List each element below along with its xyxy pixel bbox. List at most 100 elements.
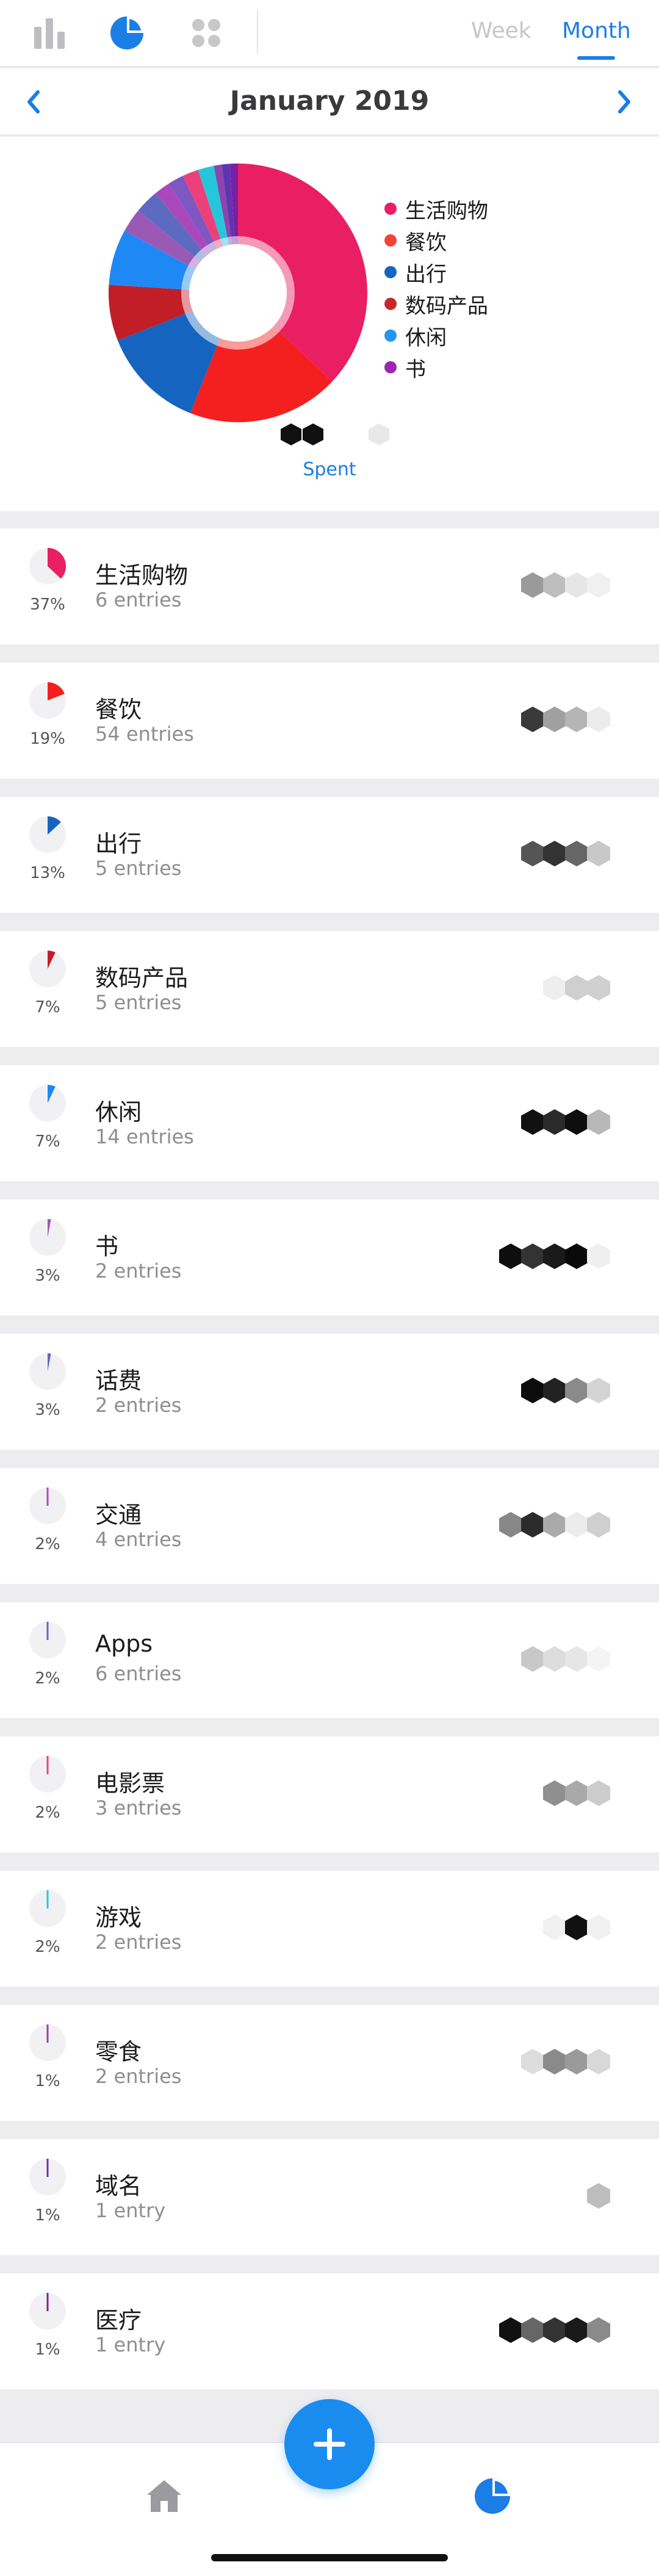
legend-item: 出行	[384, 256, 488, 288]
legend-dot	[384, 298, 397, 310]
amount-hex-glyph	[521, 1109, 544, 1135]
amount-hex-glyph	[543, 572, 566, 598]
category-row[interactable]: 1% 域名 1 entry	[0, 2139, 659, 2255]
category-row[interactable]: 2% 游戏 2 entries	[0, 1871, 659, 1987]
category-amount-glyphs	[0, 572, 659, 599]
amount-hex-glyph	[521, 1243, 544, 1269]
category-row[interactable]: 7% 数码产品 5 entries	[0, 931, 659, 1047]
amount-hex-glyph	[499, 1243, 522, 1269]
category-row[interactable]: 3% 话费 2 entries	[0, 1334, 659, 1450]
category-row[interactable]: 2% 交通 4 entries	[0, 1468, 659, 1584]
amount-hex-glyph	[565, 1915, 588, 1940]
spent-hex-glyphs	[281, 423, 391, 445]
category-row[interactable]: 3% 书 2 entries	[0, 1200, 659, 1315]
amount-hex-glyph	[587, 1780, 610, 1806]
category-amount-glyphs	[0, 1780, 659, 1807]
pie-chart-icon[interactable]	[107, 13, 146, 52]
legend-item: 数码产品	[384, 288, 488, 320]
amount-hex-glyph	[565, 975, 588, 1001]
category-row[interactable]: 1% 医疗 1 entry	[0, 2273, 659, 2389]
segment-month[interactable]: Month	[562, 18, 631, 43]
category-row[interactable]: 7% 休闲 14 entries	[0, 1065, 659, 1181]
category-list: 37% 生活购物 6 entries 19% 餐饮 54 entries 13% 出行 5 en…	[0, 528, 659, 2408]
category-row[interactable]: 13% 出行 5 entries	[0, 797, 659, 913]
spent-label: Spent	[303, 459, 356, 480]
category-amount-glyphs	[0, 1646, 659, 1673]
amount-hex-glyph	[543, 2049, 566, 2074]
category-row[interactable]: 19% 餐饮 54 entries	[0, 663, 659, 779]
legend-dot	[384, 234, 397, 246]
amount-hex-glyph	[565, 1780, 588, 1806]
legend-label: 生活购物	[405, 198, 488, 223]
amount-hex-glyph	[565, 707, 588, 732]
amount-hex-glyph	[521, 1378, 544, 1403]
amount-hex-glyph	[521, 707, 544, 732]
legend-item: 餐饮	[384, 225, 488, 256]
legend-label: 休闲	[405, 325, 447, 350]
amount-hex-glyph	[565, 841, 588, 866]
chevron-right-icon[interactable]	[609, 87, 639, 117]
category-amount-glyphs	[0, 2317, 659, 2344]
amount-hex-glyph	[587, 1512, 610, 1538]
amount-hex-glyph	[521, 572, 544, 598]
amount-hex-glyph	[587, 2317, 610, 2343]
amount-hex-glyph	[587, 2183, 610, 2209]
amount-hex-glyph	[587, 707, 610, 732]
category-amount-glyphs	[0, 2183, 659, 2210]
legend-dot	[384, 329, 397, 342]
amount-hex-glyph	[587, 975, 610, 1001]
legend-item: 休闲	[384, 320, 488, 351]
legend-label: 书	[405, 357, 426, 382]
amount-hex-glyph	[565, 1109, 588, 1135]
amount-hex-glyph	[521, 841, 544, 866]
toolbar-divider	[257, 10, 258, 54]
bar-chart-icon[interactable]	[31, 13, 70, 52]
chart-panel: 生活购物 餐饮出行数码产品休闲书 Spent	[0, 137, 659, 511]
category-amount-glyphs	[0, 1915, 659, 1941]
category-amount-glyphs	[0, 1378, 659, 1405]
amount-hex-glyph	[587, 841, 610, 866]
chart-legend: 生活购物 餐饮出行数码产品休闲书	[384, 193, 488, 383]
segment-week[interactable]: Week	[471, 18, 531, 43]
amount-hex-glyph	[543, 841, 566, 866]
amount-hex-glyph	[587, 1646, 610, 1672]
donut-chart[interactable]	[104, 159, 372, 427]
donut-hole	[198, 253, 278, 333]
legend-label: 数码产品	[405, 293, 488, 318]
amount-hex-glyph	[565, 1646, 588, 1672]
stats-tab-pie-chart-icon[interactable]	[471, 2475, 514, 2517]
amount-hex-glyph	[543, 1109, 566, 1135]
category-amount-glyphs	[0, 2049, 659, 2076]
amount-hex-glyph	[543, 2317, 566, 2343]
month-title: January 2019	[229, 85, 430, 117]
month-navigator: January 2019	[0, 68, 659, 135]
add-entry-button[interactable]	[284, 2399, 375, 2489]
legend-label: 出行	[405, 262, 447, 287]
amount-hex-glyph	[565, 1243, 588, 1269]
category-row[interactable]: 1% 零食 2 entries	[0, 2005, 659, 2121]
category-amount-glyphs	[0, 1512, 659, 1539]
amount-hex-glyph	[587, 1109, 610, 1135]
amount-hex-glyph	[565, 2317, 588, 2343]
amount-hex-glyph	[521, 1646, 544, 1672]
category-amount-glyphs	[0, 975, 659, 1002]
legend-dot	[384, 203, 397, 215]
amount-hex-glyph	[543, 975, 566, 1001]
amount-hex-glyph	[543, 1646, 566, 1672]
category-amount-glyphs	[0, 841, 659, 868]
category-row[interactable]: 37% 生活购物 6 entries	[0, 528, 659, 644]
amount-hex-glyph	[521, 2317, 544, 2343]
category-row[interactable]: 2% Apps 6 entries	[0, 1602, 659, 1718]
grid-icon[interactable]	[187, 13, 226, 52]
category-amount-glyphs	[0, 707, 659, 733]
category-row[interactable]: 2% 电影票 3 entries	[0, 1736, 659, 1852]
amount-hex-glyph	[587, 572, 610, 598]
amount-hex-glyph	[565, 572, 588, 598]
legend-item: 书	[384, 351, 488, 383]
amount-hex-glyph	[587, 2049, 610, 2074]
category-amount-glyphs	[0, 1243, 659, 1270]
legend-dot	[384, 266, 397, 278]
home-icon[interactable]	[143, 2475, 185, 2517]
amount-hex-glyph	[521, 1512, 544, 1538]
top-bar: Week Month	[0, 0, 659, 67]
